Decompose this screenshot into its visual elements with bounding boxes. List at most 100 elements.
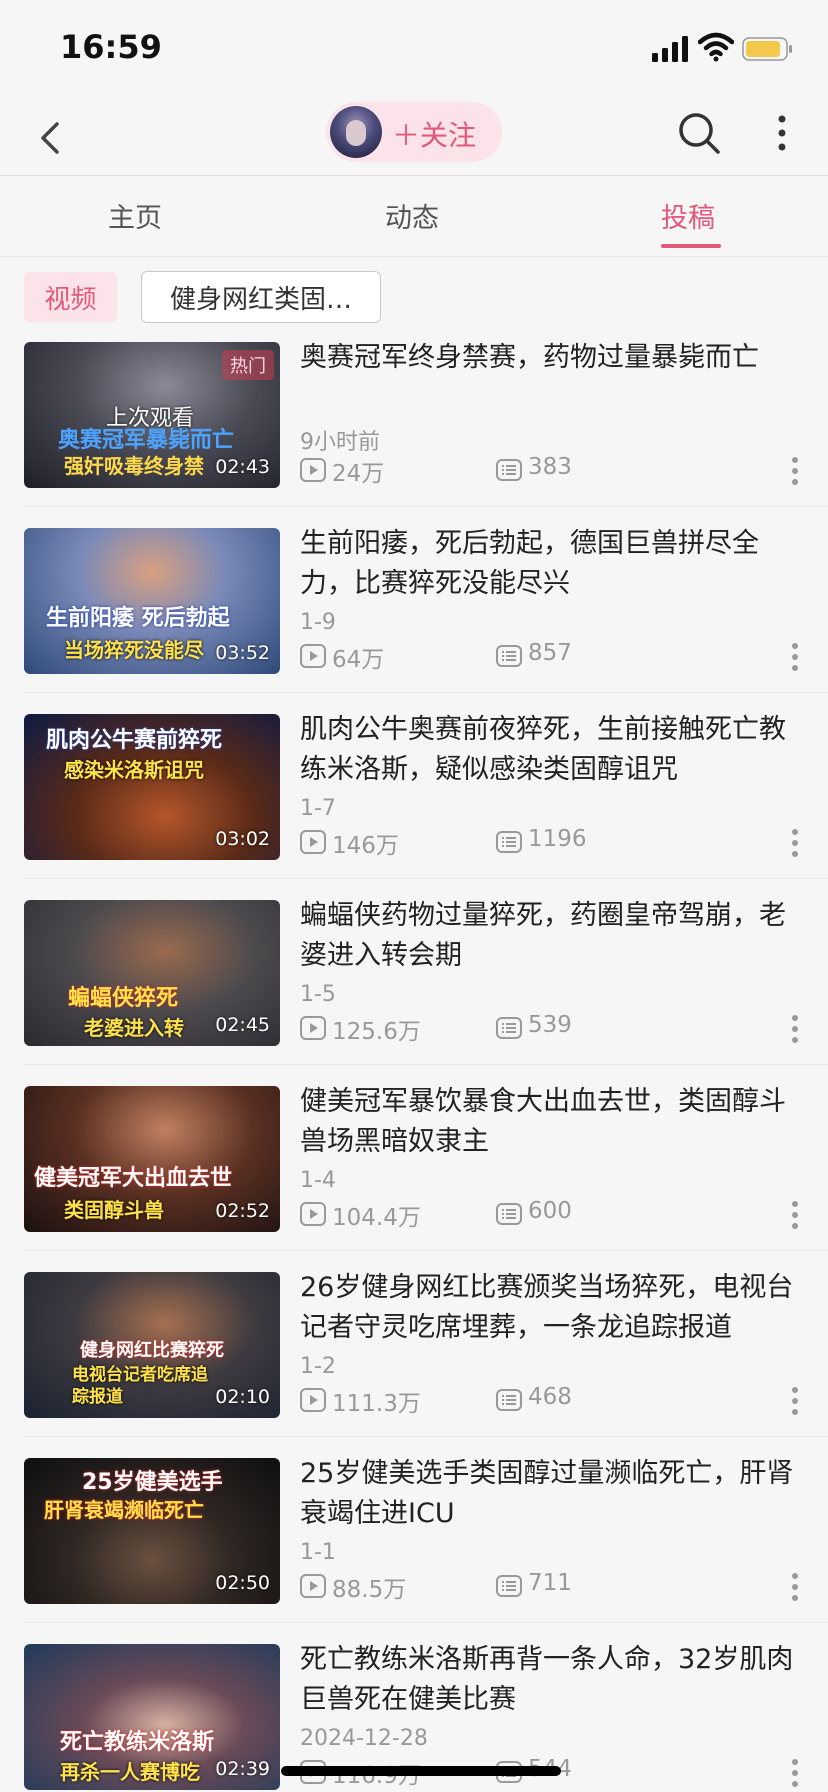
video-title[interactable]: 生前阳痿，死后勃起，德国巨兽拼尽全力，比赛猝死没能尽兴 — [300, 524, 800, 604]
danmaku-count: 539 — [528, 1012, 572, 1038]
hot-badge: 热门 — [222, 350, 274, 380]
tab-home[interactable]: 主页 — [108, 196, 162, 235]
status-time: 16:59 — [60, 28, 162, 66]
video-item[interactable]: 蝙蝠侠猝死 老婆进入转 02:45 蝙蝠侠药物过量猝死，药圈皇帝驾崩，老婆进入转… — [0, 896, 828, 1082]
video-stats: 104.4万 600 — [300, 1198, 780, 1231]
more-vertical-icon[interactable] — [790, 1014, 800, 1044]
video-stats: 111.3万 468 — [300, 1384, 780, 1417]
item-divider — [24, 1622, 828, 1623]
tab-dynamics[interactable]: 动态 — [385, 196, 439, 235]
video-date: 1-5 — [300, 982, 336, 1007]
item-divider — [24, 1250, 828, 1251]
item-divider — [24, 1436, 828, 1437]
video-date: 2024-12-28 — [300, 1726, 428, 1751]
video-duration: 02:45 — [215, 1014, 270, 1036]
video-date: 1-4 — [300, 1168, 336, 1193]
filter-video-chip[interactable]: 视频 — [24, 272, 117, 322]
video-title[interactable]: 死亡教练米洛斯再背一条人命，32岁肌肉巨兽死在健美比赛 — [300, 1640, 800, 1720]
video-stats: 64万 857 — [300, 640, 780, 673]
video-item[interactable]: 热门 上次观看 奥赛冠军暴毙而亡 强奸吸毒终身禁 02:43 奥赛冠军终身禁赛，… — [0, 338, 828, 524]
more-vertical-icon[interactable] — [790, 1758, 800, 1788]
danmaku-count: 468 — [528, 1384, 572, 1410]
video-item[interactable]: 肌肉公牛赛前猝死 感染米洛斯诅咒 03:02 肌肉公牛奥赛前夜猝死，生前接触死亡… — [0, 710, 828, 896]
profile-tabs: 主页 动态 投稿 — [0, 176, 828, 256]
video-thumbnail[interactable]: 蝙蝠侠猝死 老婆进入转 02:45 — [24, 900, 280, 1046]
thumbnail-caption: 健美冠军大出血去世 — [34, 1166, 233, 1191]
item-divider — [24, 506, 828, 507]
thumbnail-caption: 当场猝死没能尽 — [64, 638, 204, 662]
video-stats: 146万 1196 — [300, 826, 780, 859]
play-count-icon — [300, 1202, 326, 1226]
video-stats: 24万 383 — [300, 454, 780, 487]
view-count: 64万 — [332, 647, 385, 673]
thumbnail-caption: 肝肾衰竭濒临死亡 — [44, 1498, 204, 1522]
battery-icon — [742, 37, 792, 61]
video-item[interactable]: 健美冠军大出血去世 类固醇斗兽 02:52 健美冠军暴饮暴食大出血去世，类固醇斗… — [0, 1082, 828, 1268]
video-duration: 03:52 — [215, 642, 270, 664]
video-thumbnail[interactable]: 生前阳痿 死后勃起 当场猝死没能尽 03:52 — [24, 528, 280, 674]
danmaku-icon — [496, 459, 522, 481]
video-thumbnail[interactable]: 肌肉公牛赛前猝死 感染米洛斯诅咒 03:02 — [24, 714, 280, 860]
danmaku-icon — [496, 645, 522, 667]
thumbnail-caption: 肌肉公牛赛前猝死 — [46, 728, 223, 753]
danmaku-icon — [496, 1389, 522, 1411]
video-thumbnail[interactable]: 热门 上次观看 奥赛冠军暴毙而亡 强奸吸毒终身禁 02:43 — [24, 342, 280, 488]
back-button[interactable] — [30, 114, 70, 162]
play-count-icon — [300, 830, 326, 854]
more-vertical-icon[interactable] — [790, 642, 800, 672]
more-vertical-icon[interactable] — [790, 1200, 800, 1230]
search-icon[interactable] — [676, 110, 722, 156]
video-item[interactable]: 健身网红比赛猝死 电视台记者吃席追踪报道 02:10 26岁健身网红比赛颁奖当场… — [0, 1268, 828, 1454]
view-count: 104.4万 — [332, 1205, 421, 1231]
home-indicator[interactable] — [281, 1766, 561, 1776]
video-title[interactable]: 肌肉公牛奥赛前夜猝死，生前接触死亡教练米洛斯，疑似感染类固醇诅咒 — [300, 710, 800, 790]
thumbnail-caption: 25岁健美选手 — [82, 1470, 223, 1495]
video-title[interactable]: 蝙蝠侠药物过量猝死，药圈皇帝驾崩，老婆进入转会期 — [300, 896, 800, 976]
video-title[interactable]: 奥赛冠军终身禁赛，药物过量暴毙而亡 — [300, 338, 800, 378]
nav-bar: ＋关注 — [0, 100, 828, 176]
video-title[interactable]: 健美冠军暴饮暴食大出血去世，类固醇斗兽场黑暗奴隶主 — [300, 1082, 800, 1162]
thumbnail-caption: 再杀一人赛博吃 — [60, 1760, 200, 1784]
thumbnail-caption: 死亡教练米洛斯 — [60, 1730, 215, 1755]
video-title[interactable]: 26岁健身网红比赛颁奖当场猝死，电视台记者守灵吃席埋葬，一条龙追踪报道 — [300, 1268, 800, 1348]
danmaku-icon — [496, 831, 522, 853]
item-divider — [24, 878, 828, 879]
more-vertical-icon[interactable] — [790, 1386, 800, 1416]
video-item[interactable]: 25岁健美选手 肝肾衰竭濒临死亡 02:50 25岁健美选手类固醇过量濒临死亡，… — [0, 1454, 828, 1640]
back-icon — [41, 122, 59, 154]
avatar[interactable] — [330, 106, 382, 158]
video-duration: 02:43 — [215, 456, 270, 478]
filter-series-chip[interactable]: 健身网红类固… — [141, 271, 381, 323]
video-duration: 02:50 — [215, 1572, 270, 1594]
more-vertical-icon[interactable] — [790, 1572, 800, 1602]
item-divider — [24, 1064, 828, 1065]
video-item[interactable]: 生前阳痿 死后勃起 当场猝死没能尽 03:52 生前阳痿，死后勃起，德国巨兽拼尽… — [0, 524, 828, 710]
video-date: 9小时前 — [300, 430, 380, 455]
video-title[interactable]: 25岁健美选手类固醇过量濒临死亡，肝肾衰竭住进ICU — [300, 1454, 800, 1534]
more-vertical-icon[interactable] — [790, 456, 800, 486]
more-vertical-icon[interactable] — [790, 828, 800, 858]
danmaku-count: 600 — [528, 1198, 572, 1224]
thumbnail-caption: 感染米洛斯诅咒 — [64, 758, 204, 782]
video-thumbnail[interactable]: 健身网红比赛猝死 电视台记者吃席追踪报道 02:10 — [24, 1272, 280, 1418]
thumbnail-caption: 强奸吸毒终身禁 — [64, 454, 204, 478]
danmaku-count: 1196 — [528, 826, 587, 852]
follow-button[interactable]: ＋关注 — [326, 102, 502, 162]
view-count: 24万 — [332, 461, 385, 487]
thumbnail-caption: 健身网红比赛猝死 — [80, 1340, 224, 1361]
video-duration: 02:10 — [215, 1386, 270, 1408]
play-count-icon — [300, 1016, 326, 1040]
thumbnail-caption: 生前阳痿 死后勃起 — [46, 606, 230, 631]
more-vertical-icon[interactable] — [770, 110, 794, 156]
video-thumbnail[interactable]: 死亡教练米洛斯 再杀一人赛博吃 02:39 — [24, 1644, 280, 1790]
video-thumbnail[interactable]: 健美冠军大出血去世 类固醇斗兽 02:52 — [24, 1086, 280, 1232]
video-thumbnail[interactable]: 25岁健美选手 肝肾衰竭濒临死亡 02:50 — [24, 1458, 280, 1604]
thumbnail-caption: 蝙蝠侠猝死 — [68, 986, 179, 1011]
status-bar: 16:59 — [0, 0, 828, 100]
thumbnail-caption: 类固醇斗兽 — [64, 1198, 164, 1222]
wifi-icon — [698, 32, 734, 62]
tab-uploads[interactable]: 投稿 — [661, 196, 715, 235]
thumbnail-caption: 电视台记者吃席追踪报道 — [72, 1365, 208, 1407]
video-date: 1-7 — [300, 796, 336, 821]
danmaku-icon — [496, 1203, 522, 1225]
